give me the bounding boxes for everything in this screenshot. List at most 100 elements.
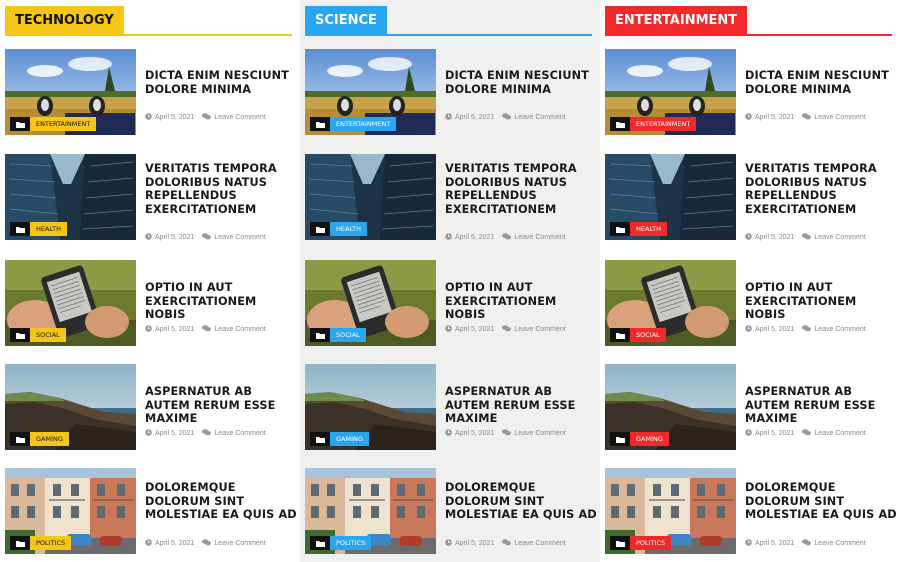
post-title[interactable]: DICTA ENIM NESCIUNT DOLORE MINIMA [445,69,597,96]
post-meta: April 5, 2021 Leave Comment [145,428,266,438]
column-title[interactable]: TECHNOLOGY [5,6,124,36]
post-date[interactable]: April 5, 2021 [455,540,494,547]
post-title[interactable]: ASPERNATUR AB AUTEM RERUM ESSE MAXIME [145,385,297,426]
folder-icon [610,117,630,131]
post-thumbnail[interactable]: SOCIAL [5,260,136,346]
post-meta: April 5, 2021 Leave Comment [445,538,566,548]
post-thumbnail[interactable]: HEALTH [5,154,136,240]
category-badge[interactable]: GAMING [30,432,69,446]
leave-comment-link[interactable]: Leave Comment [514,540,565,547]
post-thumbnail[interactable]: POLITICS [5,468,136,554]
folder-icon [10,117,30,131]
column-header: TECHNOLOGY [5,6,292,36]
category-badge[interactable]: POLITICS [630,536,672,550]
category-badge[interactable]: ENTERTAINMENT [30,117,97,131]
leave-comment-link[interactable]: Leave Comment [814,430,865,437]
leave-comment-link[interactable]: Leave Comment [514,326,565,333]
category-badge[interactable]: ENTERTAINMENT [330,117,397,131]
post-date[interactable]: April 5, 2021 [155,234,194,241]
category-badge[interactable]: HEALTH [30,222,68,236]
post-title[interactable]: DOLOREMQUE DOLORUM SINT MOLESTIAE EA QUI… [745,481,897,522]
post-thumbnail[interactable]: POLITICS [305,468,436,554]
comment-icon [502,428,512,438]
leave-comment-link[interactable]: Leave Comment [514,234,565,241]
category-badge[interactable]: SOCIAL [630,328,666,342]
category-column-technology: TECHNOLOGY ENTERTAINMENT DICTA ENIM NESC… [0,0,300,562]
category-badge[interactable]: POLITICS [30,536,72,550]
post-title[interactable]: OPTIO IN AUT EXERCITATIONEM NOBIS [145,281,297,322]
comment-icon [802,428,812,438]
post-title[interactable]: DOLOREMQUE DOLORUM SINT MOLESTIAE EA QUI… [445,481,597,522]
post-thumbnail[interactable]: SOCIAL [605,260,736,346]
post-date[interactable]: April 5, 2021 [455,326,494,333]
post-meta: April 5, 2021 Leave Comment [145,232,266,242]
comment-icon [802,232,812,242]
post-date[interactable]: April 5, 2021 [755,540,794,547]
category-badge[interactable]: SOCIAL [30,328,66,342]
post-thumbnail[interactable]: ENTERTAINMENT [605,49,736,135]
category-badge[interactable]: GAMING [330,432,369,446]
folder-icon [310,536,330,550]
post-title[interactable]: VERITATIS TEMPORA DOLORIBUS NATUS REPELL… [145,162,297,217]
leave-comment-link[interactable]: Leave Comment [214,326,265,333]
post-date[interactable]: April 5, 2021 [455,430,494,437]
post-title[interactable]: ASPERNATUR AB AUTEM RERUM ESSE MAXIME [445,385,597,426]
leave-comment-link[interactable]: Leave Comment [814,540,865,547]
post-title[interactable]: DICTA ENIM NESCIUNT DOLORE MINIMA [145,69,297,96]
post-thumbnail[interactable]: ENTERTAINMENT [305,49,436,135]
leave-comment-link[interactable]: Leave Comment [214,540,265,547]
post-date[interactable]: April 5, 2021 [755,114,794,121]
post-thumbnail[interactable]: GAMING [305,364,436,450]
leave-comment-link[interactable]: Leave Comment [814,326,865,333]
leave-comment-link[interactable]: Leave Comment [214,234,265,241]
post-date[interactable]: April 5, 2021 [455,114,494,121]
post-thumbnail[interactable]: HEALTH [605,154,736,240]
clock-icon [145,428,152,438]
post-date[interactable]: April 5, 2021 [155,540,194,547]
clock-icon [145,112,152,122]
post-thumbnail[interactable]: GAMING [5,364,136,450]
comment-icon [202,538,212,548]
category-badge[interactable]: SOCIAL [330,328,366,342]
comment-icon [202,112,212,122]
post-meta: April 5, 2021 Leave Comment [745,232,866,242]
post-thumbnail[interactable]: HEALTH [305,154,436,240]
leave-comment-link[interactable]: Leave Comment [214,430,265,437]
post-date[interactable]: April 5, 2021 [755,234,794,241]
post-title[interactable]: DICTA ENIM NESCIUNT DOLORE MINIMA [745,69,897,96]
post-title[interactable]: ASPERNATUR AB AUTEM RERUM ESSE MAXIME [745,385,897,426]
folder-icon [610,432,630,446]
clock-icon [445,538,452,548]
post-date[interactable]: April 5, 2021 [155,430,194,437]
post-meta: April 5, 2021 Leave Comment [445,232,566,242]
post-title[interactable]: DOLOREMQUE DOLORUM SINT MOLESTIAE EA QUI… [145,481,297,522]
category-badge[interactable]: ENTERTAINMENT [630,117,697,131]
post-date[interactable]: April 5, 2021 [455,234,494,241]
leave-comment-link[interactable]: Leave Comment [514,430,565,437]
post-date[interactable]: April 5, 2021 [155,114,194,121]
post-title[interactable]: VERITATIS TEMPORA DOLORIBUS NATUS REPELL… [745,162,897,217]
category-badge[interactable]: GAMING [630,432,669,446]
post-thumbnail[interactable]: GAMING [605,364,736,450]
post-title[interactable]: OPTIO IN AUT EXERCITATIONEM NOBIS [445,281,597,322]
leave-comment-link[interactable]: Leave Comment [814,234,865,241]
leave-comment-link[interactable]: Leave Comment [214,114,265,121]
leave-comment-link[interactable]: Leave Comment [514,114,565,121]
post-thumbnail[interactable]: ENTERTAINMENT [5,49,136,135]
column-title[interactable]: ENTERTAINMENT [605,6,748,36]
category-badge[interactable]: POLITICS [330,536,372,550]
clock-icon [745,428,752,438]
column-header: ENTERTAINMENT [605,6,892,36]
post-date[interactable]: April 5, 2021 [755,430,794,437]
post-thumbnail[interactable]: POLITICS [605,468,736,554]
category-badge[interactable]: HEALTH [630,222,668,236]
post-thumbnail[interactable]: SOCIAL [305,260,436,346]
post-title[interactable]: VERITATIS TEMPORA DOLORIBUS NATUS REPELL… [445,162,597,217]
post-date[interactable]: April 5, 2021 [155,326,194,333]
category-badge[interactable]: HEALTH [330,222,368,236]
clock-icon [745,232,752,242]
column-title[interactable]: SCIENCE [305,6,387,36]
post-date[interactable]: April 5, 2021 [755,326,794,333]
post-title[interactable]: OPTIO IN AUT EXERCITATIONEM NOBIS [745,281,897,322]
leave-comment-link[interactable]: Leave Comment [814,114,865,121]
